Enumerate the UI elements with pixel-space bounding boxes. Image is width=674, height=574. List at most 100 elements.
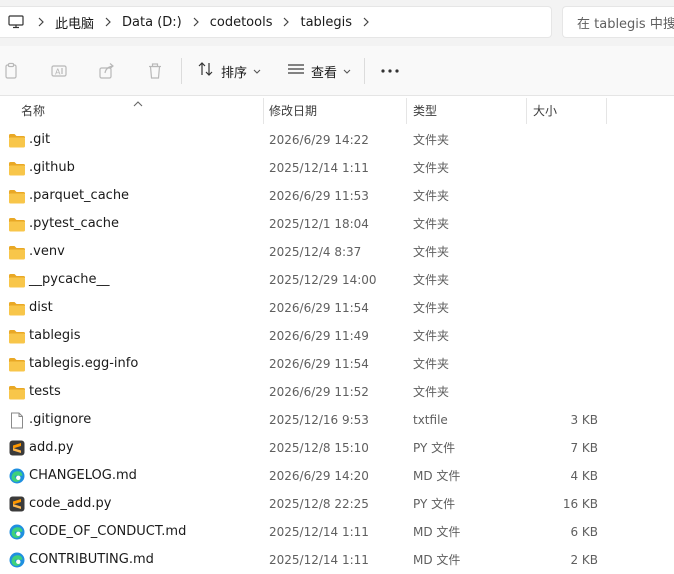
folder-icon [8,328,26,344]
edge-file-icon [8,524,26,540]
more-options-icon[interactable] [378,58,402,84]
rename-icon[interactable]: A [48,60,70,82]
breadcrumb-codetools[interactable]: codetools [207,15,276,30]
file-date: 2026/6/29 11:53 [269,189,369,203]
file-row[interactable]: CONTRIBUTING.md 2025/12/14 1:11 MD 文件 2 KB [0,546,674,574]
file-type: PY 文件 [413,497,456,511]
column-type-header[interactable]: 类型 [413,96,437,124]
chevron-right-icon[interactable] [97,6,119,38]
file-date: 2026/6/29 14:22 [269,133,369,147]
delete-icon[interactable] [144,60,166,82]
column-header: 名称 修改日期 类型 大小 [0,96,674,124]
folder-icon [8,384,26,400]
file-name: .pytest_cache [29,216,120,231]
file-row[interactable]: code_add.py 2025/12/8 22:25 PY 文件 16 KB [0,490,674,518]
file-size: 2 KB [570,553,598,567]
file-type: 文件夹 [413,357,450,371]
file-type: 文件夹 [413,161,450,175]
file-name: .venv [29,244,65,259]
column-date-header[interactable]: 修改日期 [269,96,317,124]
file-name: CHANGELOG.md [29,468,137,483]
file-row[interactable]: tablegis.egg-info 2026/6/29 11:54 文件夹 [0,350,674,378]
file-name: add.py [29,440,74,455]
command-bar: A 排序 查看 [0,46,674,96]
chevron-right-icon[interactable] [355,6,377,38]
search-input[interactable]: 在 tablegis 中搜 [562,6,674,38]
file-row[interactable]: tablegis 2026/6/29 11:49 文件夹 [0,322,674,350]
file-size: 3 KB [570,413,598,427]
file-row[interactable]: .pytest_cache 2025/12/1 18:04 文件夹 [0,210,674,238]
chevron-down-icon [343,64,351,79]
file-row[interactable]: .git 2026/6/29 14:22 文件夹 [0,126,674,154]
file-date: 2025/12/14 1:11 [269,553,369,567]
file-date: 2025/12/14 1:11 [269,525,369,539]
column-divider[interactable] [606,98,607,124]
file-date: 2025/12/1 18:04 [269,217,369,231]
file-type: 文件夹 [413,217,450,231]
file-date: 2025/12/29 14:00 [269,273,377,287]
breadcrumb-drive[interactable]: Data (D:) [119,15,185,30]
folder-icon [8,244,26,260]
file-row[interactable]: dist 2026/6/29 11:54 文件夹 [0,294,674,322]
file-type: PY 文件 [413,441,456,455]
folder-icon [8,356,26,372]
file-size: 6 KB [570,525,598,539]
file-row[interactable]: CHANGELOG.md 2026/6/29 14:20 MD 文件 4 KB [0,462,674,490]
file-date: 2026/6/29 11:54 [269,357,369,371]
edge-file-icon [8,468,26,484]
share-icon[interactable] [96,60,118,82]
sublime-file-icon [8,496,26,512]
file-name: .github [29,160,75,175]
search-placeholder: 在 tablegis 中搜 [577,16,674,32]
file-type: 文件夹 [413,329,450,343]
chevron-right-icon[interactable] [275,6,297,38]
file-type: txtfile [413,413,448,427]
file-name: .gitignore [29,412,92,427]
folder-icon [8,216,26,232]
folder-icon [8,272,26,288]
file-type: MD 文件 [413,469,461,483]
svg-text:A: A [55,68,61,77]
column-divider[interactable] [263,98,264,124]
file-name: .git [29,132,51,147]
file-row[interactable]: CODE_OF_CONDUCT.md 2025/12/14 1:11 MD 文件 6 … [0,518,674,546]
paste-icon[interactable] [0,60,22,82]
column-size-header[interactable]: 大小 [533,96,557,124]
view-list-icon [287,62,305,80]
file-name: __pycache__ [29,272,110,287]
breadcrumb-this-pc[interactable]: 此电脑 [52,13,97,32]
file-row[interactable]: .venv 2025/12/4 8:37 文件夹 [0,238,674,266]
address-strip: 此电脑 Data (D:) codetools tablegis 在 table… [0,0,674,46]
file-name: tablegis [29,328,81,343]
file-row[interactable]: .gitignore 2025/12/16 9:53 txtfile 3 KB [0,406,674,434]
column-divider[interactable] [406,98,407,124]
view-button[interactable]: 查看 [287,58,351,84]
file-date: 2025/12/8 15:10 [269,441,369,455]
breadcrumb-tablegis[interactable]: tablegis [297,15,355,30]
file-name: .parquet_cache [29,188,130,203]
file-row[interactable]: tests 2026/6/29 11:52 文件夹 [0,378,674,406]
view-label: 查看 [311,65,338,81]
file-list: .git 2026/6/29 14:22 文件夹 .github 2025/12/14 … [0,126,674,574]
file-name: dist [29,300,53,315]
column-divider[interactable] [526,98,527,124]
file-row[interactable]: __pycache__ 2025/12/29 14:00 文件夹 [0,266,674,294]
sort-button[interactable]: 排序 [197,58,261,84]
toolbar-divider [181,58,182,84]
file-row[interactable]: add.py 2025/12/8 15:10 PY 文件 7 KB [0,434,674,462]
file-type: 文件夹 [413,133,450,147]
chevron-right-icon[interactable] [30,6,52,38]
file-row[interactable]: .parquet_cache 2026/6/29 11:53 文件夹 [0,182,674,210]
column-name-header[interactable]: 名称 [21,96,45,124]
sort-icon [197,61,215,81]
toolbar-divider [364,58,365,84]
file-date: 2026/6/29 11:49 [269,329,369,343]
chevron-right-icon[interactable] [185,6,207,38]
file-row[interactable]: .github 2025/12/14 1:11 文件夹 [0,154,674,182]
address-bar[interactable]: 此电脑 Data (D:) codetools tablegis [0,6,552,38]
computer-icon[interactable] [2,6,30,38]
file-size: 4 KB [570,469,598,483]
file-type: 文件夹 [413,245,450,259]
file-type: MD 文件 [413,525,461,539]
file-name: tablegis.egg-info [29,356,139,371]
